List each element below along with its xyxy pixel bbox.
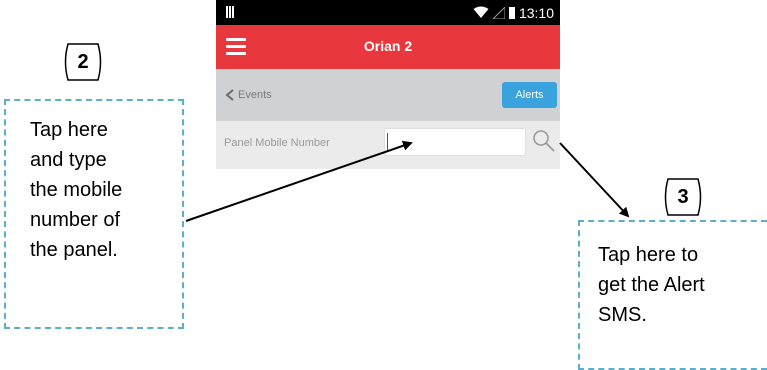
callout-line: get the Alert (598, 274, 705, 296)
step-2-number: 2 (77, 50, 89, 73)
phone-screenshot: 13:10 Orian 2 Events Alerts Panel Mobile… (216, 0, 560, 169)
alerts-button[interactable]: Alerts (502, 82, 557, 108)
step-2-callout: Tap here and type the mobile number of t… (4, 99, 184, 329)
chevron-left-icon (225, 89, 234, 101)
wifi-icon (473, 6, 489, 18)
field-label: Panel Mobile Number (224, 137, 330, 149)
signal-icon (492, 6, 505, 19)
sim-icon (226, 6, 235, 18)
app-title: Orian 2 (363, 38, 413, 54)
callout-line: Tap here to (598, 244, 699, 266)
step-3-callout: Tap here to get the Alert SMS. (578, 220, 767, 370)
toolbar: Events Alerts (216, 69, 560, 121)
app-bar: Orian 2 (216, 25, 560, 69)
status-time: 13:10 (518, 4, 554, 21)
back-label: Events (238, 89, 272, 101)
panel-mobile-number-input[interactable] (384, 128, 526, 156)
step-3-number: 3 (677, 185, 689, 208)
status-bar: 13:10 (216, 0, 560, 25)
step-3-badge: 3 (662, 177, 704, 217)
callout-line: number of (30, 209, 121, 231)
callout-line: and type (30, 149, 107, 171)
input-caret (387, 133, 388, 151)
search-icon[interactable] (532, 129, 556, 153)
status-right-group: 13:10 (473, 3, 554, 22)
callout-line: the panel. (30, 239, 118, 261)
back-events-link[interactable]: Events (225, 87, 272, 103)
step-2-badge: 2 (62, 42, 104, 82)
battery-icon (508, 6, 515, 19)
callout-line: Tap here (30, 119, 108, 141)
arrow-to-search (559, 142, 630, 218)
callout-line: SMS. (598, 304, 647, 326)
panel-mobile-number-row: Panel Mobile Number (216, 121, 560, 169)
callout-line: the mobile (30, 179, 123, 201)
